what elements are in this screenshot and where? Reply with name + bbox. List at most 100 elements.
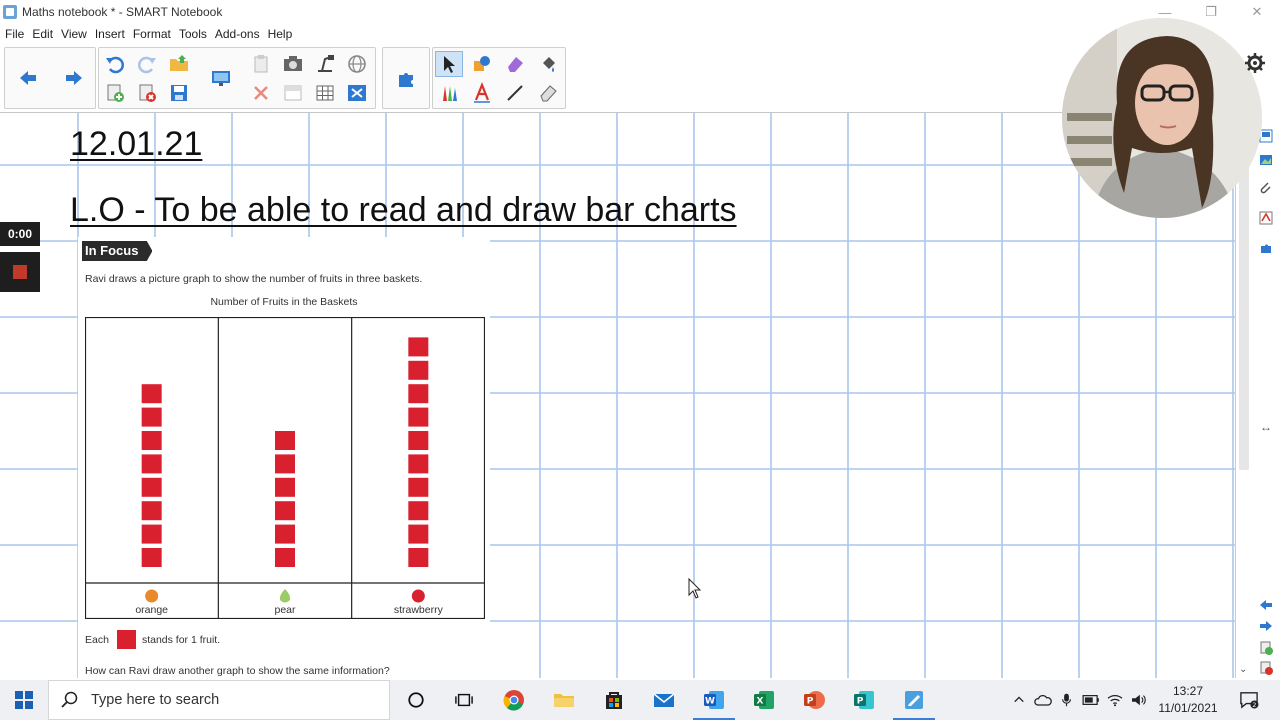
wifi-tray-button[interactable] bbox=[1104, 680, 1126, 720]
svg-text:P: P bbox=[807, 697, 814, 707]
in-focus-badge: In Focus bbox=[82, 241, 153, 261]
lesson-activity-button[interactable] bbox=[392, 65, 420, 91]
screen-shade-button[interactable] bbox=[279, 80, 307, 106]
learning-objective[interactable]: L.O - To be able to read and draw bar ch… bbox=[70, 191, 737, 230]
fruit-block bbox=[408, 548, 429, 567]
menu-tools[interactable]: Tools bbox=[179, 27, 207, 41]
gallery-button[interactable] bbox=[343, 51, 371, 77]
next-arrow-icon[interactable] bbox=[1258, 618, 1274, 634]
select-tool[interactable] bbox=[435, 51, 463, 77]
cloud-icon bbox=[1034, 694, 1052, 706]
cortana-button[interactable] bbox=[391, 680, 441, 720]
taskbar-clock[interactable]: 13:27 11/01/2021 bbox=[1150, 683, 1226, 717]
save-button[interactable] bbox=[165, 80, 193, 106]
panel-resize-icon[interactable]: ↔ bbox=[1260, 420, 1272, 434]
taskbar-search-input[interactable]: Type here to search bbox=[48, 680, 390, 720]
add-page-small-icon[interactable] bbox=[1258, 640, 1274, 656]
fill-tool[interactable] bbox=[534, 51, 562, 77]
picture-graph: orange pear strawberry bbox=[85, 317, 485, 619]
puzzle-icon bbox=[399, 73, 413, 87]
eraser-tool[interactable] bbox=[501, 51, 529, 77]
textbook-page-image[interactable]: In Focus Ravi draws a picture graph to s… bbox=[78, 237, 490, 678]
cortana-circle-icon bbox=[408, 692, 424, 708]
delete-x-icon bbox=[254, 86, 268, 100]
file-explorer-taskbar-button[interactable] bbox=[539, 680, 589, 720]
key-prefix: Each bbox=[85, 633, 109, 646]
attachments-icon[interactable] bbox=[1258, 180, 1274, 196]
fruit-block bbox=[141, 384, 162, 404]
windows-logo-icon bbox=[15, 691, 33, 709]
publisher-taskbar-button[interactable]: P bbox=[839, 680, 889, 720]
restore-button[interactable]: ❐ bbox=[1188, 0, 1234, 24]
menu-view[interactable]: View bbox=[61, 27, 87, 41]
shapes-tool[interactable] bbox=[468, 51, 496, 77]
open-file-button[interactable] bbox=[165, 51, 193, 77]
fruit-block bbox=[408, 337, 429, 357]
fruit-block bbox=[141, 407, 162, 427]
microphone-tray-button[interactable] bbox=[1056, 680, 1076, 720]
volume-tray-button[interactable] bbox=[1128, 680, 1150, 720]
clock-date: 11/01/2021 bbox=[1158, 701, 1218, 715]
scroll-down-icon[interactable]: ⌄ bbox=[1239, 664, 1247, 675]
add-page-button[interactable] bbox=[101, 80, 129, 106]
word-taskbar-button[interactable]: W bbox=[689, 680, 739, 720]
undo-button[interactable] bbox=[101, 51, 129, 77]
screen-display-button[interactable] bbox=[207, 65, 235, 91]
eraser-pen-tool[interactable] bbox=[534, 80, 562, 106]
menu-format[interactable]: Format bbox=[133, 27, 171, 41]
record-stop-button[interactable] bbox=[0, 252, 40, 292]
document-camera-button[interactable] bbox=[311, 51, 339, 77]
previous-arrow-icon[interactable] bbox=[1258, 597, 1274, 613]
speaker-icon bbox=[1132, 694, 1146, 706]
delete-page-small-icon[interactable] bbox=[1258, 660, 1274, 676]
edit-group bbox=[98, 47, 376, 109]
monitor-icon bbox=[212, 71, 230, 86]
excel-taskbar-button[interactable]: X bbox=[739, 680, 789, 720]
notebook-canvas[interactable]: 12.01.21 L.O - To be able to read and dr… bbox=[0, 112, 1235, 678]
fruit-block bbox=[141, 477, 162, 497]
pens-tool[interactable] bbox=[435, 80, 463, 106]
notification-icon: 2 bbox=[1240, 692, 1259, 709]
menu-insert[interactable]: Insert bbox=[95, 27, 125, 41]
mail-icon bbox=[653, 693, 675, 707]
smart-notebook-taskbar-button[interactable] bbox=[889, 680, 939, 720]
tray-overflow-button[interactable] bbox=[1010, 680, 1028, 720]
redo-button[interactable] bbox=[133, 51, 161, 77]
gear-icon[interactable] bbox=[1244, 52, 1266, 74]
folder-icon bbox=[170, 55, 188, 71]
delete-page-button[interactable] bbox=[133, 80, 161, 106]
addons-puzzle-icon[interactable] bbox=[1258, 240, 1274, 256]
delete-button[interactable] bbox=[247, 80, 275, 106]
previous-page-button[interactable] bbox=[14, 65, 42, 91]
next-page-button[interactable] bbox=[60, 65, 88, 91]
page-date[interactable]: 12.01.21 bbox=[70, 125, 202, 164]
webcam-feed bbox=[1062, 18, 1262, 218]
menu-help[interactable]: Help bbox=[268, 27, 293, 41]
properties-icon[interactable] bbox=[1258, 210, 1274, 226]
start-button[interactable] bbox=[0, 680, 48, 720]
store-taskbar-button[interactable] bbox=[589, 680, 639, 720]
insert-table-button[interactable] bbox=[311, 80, 339, 106]
menu-file[interactable]: File bbox=[5, 27, 24, 41]
chrome-taskbar-button[interactable] bbox=[489, 680, 539, 720]
powerpoint-taskbar-button[interactable]: P bbox=[789, 680, 839, 720]
fit-screen-icon bbox=[348, 85, 366, 101]
menu-addons[interactable]: Add-ons bbox=[215, 27, 260, 41]
text-tool[interactable] bbox=[468, 80, 496, 106]
fruit-block bbox=[275, 431, 295, 450]
fruit-block bbox=[275, 454, 295, 474]
close-button[interactable]: ✕ bbox=[1234, 0, 1280, 24]
onedrive-tray-button[interactable] bbox=[1032, 680, 1054, 720]
gallery-icon[interactable] bbox=[1258, 152, 1274, 168]
full-screen-button[interactable] bbox=[343, 80, 371, 106]
notifications-button[interactable]: 2 bbox=[1234, 680, 1264, 720]
category-label: pear bbox=[274, 604, 296, 616]
stop-icon bbox=[13, 265, 27, 279]
line-tool[interactable] bbox=[501, 80, 529, 106]
menu-edit[interactable]: Edit bbox=[32, 27, 53, 41]
paste-button[interactable] bbox=[247, 51, 275, 77]
task-view-button[interactable] bbox=[439, 680, 489, 720]
screen-capture-button[interactable] bbox=[279, 51, 307, 77]
device-tray-button[interactable] bbox=[1080, 680, 1102, 720]
mail-taskbar-button[interactable] bbox=[639, 680, 689, 720]
